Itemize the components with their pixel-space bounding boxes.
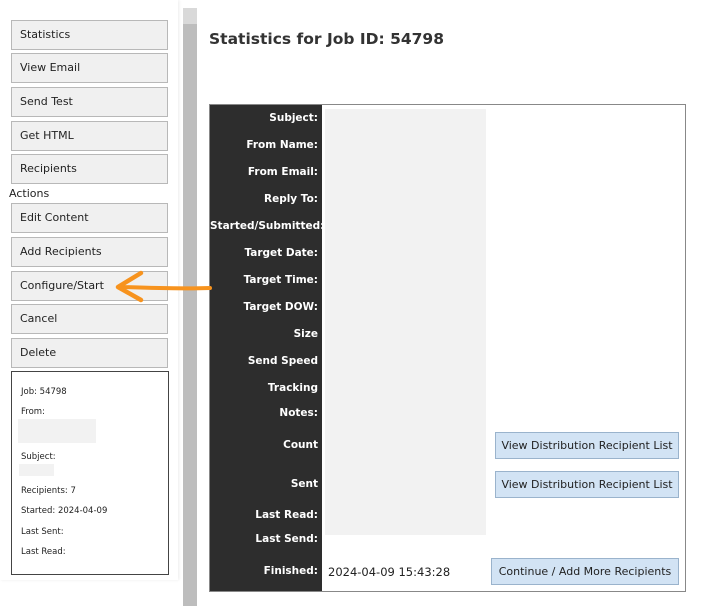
label-started: Started/Submitted:: [210, 220, 325, 232]
info-job: Job: 54798: [21, 387, 67, 397]
view-distribution-list-button-sent[interactable]: View Distribution Recipient List: [495, 471, 679, 498]
delete-button[interactable]: Delete: [11, 338, 168, 368]
label-tracking: Tracking: [267, 382, 318, 394]
arrow-left-icon: [115, 270, 212, 303]
info-last-read: Last Read:: [21, 547, 66, 557]
get-html-button[interactable]: Get HTML: [11, 121, 168, 151]
info-subject-value: [19, 464, 54, 476]
scrollbar-thumb[interactable]: [183, 8, 197, 24]
stats-values-redacted: [325, 109, 486, 535]
edit-content-button[interactable]: Edit Content: [11, 203, 168, 233]
info-recipients: Recipients: 7: [21, 486, 76, 496]
label-target-date: Target Date:: [244, 247, 318, 259]
scrollbar[interactable]: [183, 8, 197, 606]
continue-add-recipients-button[interactable]: Continue / Add More Recipients: [491, 558, 679, 585]
cancel-button[interactable]: Cancel: [11, 304, 168, 334]
add-recipients-button[interactable]: Add Recipients: [11, 237, 168, 267]
send-test-button[interactable]: Send Test: [11, 87, 168, 117]
info-last-sent: Last Sent:: [21, 527, 64, 537]
page-title: Statistics for Job ID: 54798: [209, 30, 445, 48]
label-sent: Sent: [290, 478, 318, 490]
info-subject: Subject:: [21, 452, 56, 462]
recipients-button[interactable]: Recipients: [11, 154, 168, 184]
actions-heading: Actions: [9, 187, 50, 200]
info-from-value: [18, 419, 96, 443]
label-target-dow: Target DOW:: [243, 301, 318, 313]
label-from-name: From Name:: [246, 139, 318, 151]
label-subject: Subject:: [269, 112, 318, 124]
label-reply-to: Reply To:: [263, 193, 318, 205]
job-info-box: Job: 54798 From: Subject: Recipients: 7 …: [11, 371, 169, 575]
label-count: Count: [283, 439, 318, 451]
label-target-time: Target Time:: [243, 274, 318, 286]
view-email-button[interactable]: View Email: [11, 53, 168, 83]
view-distribution-list-button-count[interactable]: View Distribution Recipient List: [495, 432, 679, 459]
label-last-send: Last Send:: [255, 533, 318, 545]
label-send-speed: Send Speed: [247, 355, 318, 367]
label-last-read: Last Read:: [255, 509, 318, 521]
label-finished: Finished:: [263, 565, 318, 577]
label-from-email: From Email:: [247, 166, 318, 178]
label-notes: Notes:: [279, 407, 318, 419]
finished-value: 2024-04-09 15:43:28: [328, 565, 451, 579]
info-from: From:: [21, 407, 45, 417]
statistics-button[interactable]: Statistics: [11, 20, 168, 50]
info-started: Started: 2024-04-09: [21, 506, 108, 516]
label-size: Size: [293, 328, 318, 340]
